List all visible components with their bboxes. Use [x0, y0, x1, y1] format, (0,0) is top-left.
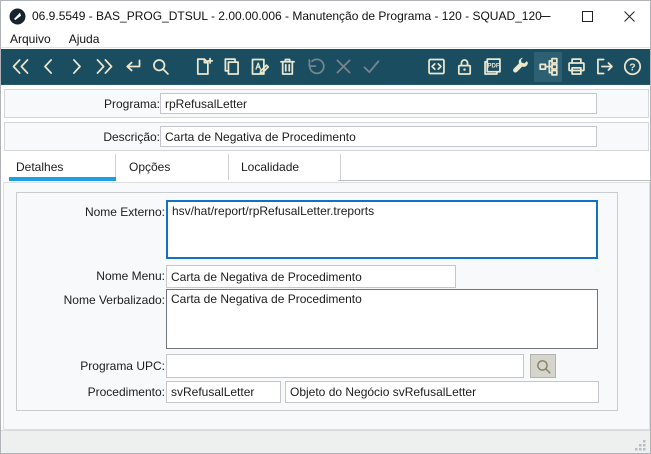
lock-icon [457, 59, 471, 75]
delete-record-button[interactable] [273, 52, 301, 82]
help-icon: ? [623, 57, 641, 76]
detalhes-tab-page: Nome Externo: hsv/hat/report/rpRefusalLe… [3, 182, 650, 430]
programa-label: Programa: [103, 97, 160, 111]
descricao-input[interactable] [160, 126, 597, 147]
program-tree-button[interactable] [534, 51, 562, 82]
previous-record-icon [43, 59, 52, 74]
lock-button[interactable] [450, 52, 478, 82]
pdf-label: PDF [487, 63, 499, 70]
exit-icon [596, 58, 613, 75]
menu-bar: Arquivo Ajuda [1, 31, 650, 48]
new-document-icon [196, 57, 213, 75]
first-record-icon [12, 59, 28, 74]
application-window: 06.9.5549 - BAS_PROG_DTSUL - 2.00.00.006… [0, 0, 651, 454]
last-record-icon [96, 59, 112, 74]
new-record-button[interactable] [189, 52, 217, 82]
tab-bar: Detalhes Opções Localidade [1, 151, 650, 182]
help-button[interactable]: ? [618, 52, 646, 82]
printer-icon [567, 58, 585, 75]
edit-record-button[interactable] [245, 52, 273, 82]
trash-icon [279, 58, 295, 75]
programa-groupbox: Programa: [4, 89, 649, 118]
resize-grip[interactable] [634, 439, 647, 452]
wrench-icon [512, 57, 528, 73]
undo-button[interactable] [301, 52, 329, 82]
exit-button[interactable] [590, 52, 618, 82]
cancel-x-icon [336, 59, 350, 74]
nome-externo-textarea[interactable]: hsv/hat/report/rpRefusalLetter.treports [166, 200, 598, 259]
toolbar: PDF ? [1, 49, 650, 85]
search-icon [152, 59, 169, 75]
nome-verbalizado-label: Nome Verbalizado: [63, 293, 165, 307]
maximize-icon [581, 10, 593, 22]
tab-localidade[interactable]: Localidade [229, 154, 341, 180]
nome-verbalizado-textarea[interactable]: Carta de Negativa de Procedimento [166, 289, 598, 349]
tab-bar-baseline [338, 180, 650, 181]
minimize-button[interactable] [524, 1, 566, 31]
pdf-export-button[interactable]: PDF [478, 52, 506, 82]
minimize-icon [540, 15, 550, 17]
close-icon [623, 10, 635, 22]
search-button[interactable] [146, 52, 174, 82]
hierarchy-tree-icon [538, 57, 558, 76]
edit-document-icon [251, 58, 269, 75]
confirm-check-icon [363, 60, 379, 74]
search-icon [536, 359, 551, 374]
nome-menu-label: Nome Menu: [96, 269, 165, 283]
programa-upc-input[interactable] [166, 354, 524, 378]
detalhes-form-groupbox: Nome Externo: hsv/hat/report/rpRefusalLe… [16, 192, 618, 411]
procedimento-input[interactable] [166, 381, 281, 403]
programa-upc-search-button[interactable] [530, 354, 556, 378]
copy-record-button[interactable] [217, 52, 245, 82]
go-enter-icon [125, 59, 140, 72]
undo-icon [308, 58, 325, 75]
go-button[interactable] [118, 52, 146, 82]
cancel-button[interactable] [329, 52, 357, 82]
procedimento-label: Procedimento: [87, 385, 165, 399]
nome-menu-input[interactable] [166, 265, 456, 288]
descricao-label: Descrição: [103, 130, 160, 144]
next-record-button[interactable] [62, 52, 90, 82]
confirm-button[interactable] [357, 52, 385, 82]
nome-externo-label: Nome Externo: [84, 205, 165, 219]
maximize-button[interactable] [566, 1, 608, 31]
pdf-icon: PDF [483, 58, 501, 75]
descricao-groupbox: Descrição: [4, 122, 649, 151]
first-record-button[interactable] [6, 52, 34, 82]
programa-upc-label: Programa UPC: [80, 359, 165, 373]
print-button[interactable] [562, 52, 590, 82]
menu-ajuda[interactable]: Ajuda [60, 31, 109, 47]
last-record-button[interactable] [90, 52, 118, 82]
window-title: 06.9.5549 - BAS_PROG_DTSUL - 2.00.00.006… [32, 9, 542, 23]
procedimento-description-input[interactable] [285, 381, 599, 403]
menu-arquivo[interactable]: Arquivo [1, 31, 60, 47]
status-bar [1, 430, 650, 453]
help-question-glyph: ? [629, 61, 635, 73]
previous-record-button[interactable] [34, 52, 62, 82]
close-button[interactable] [608, 1, 650, 31]
code-window-icon [427, 58, 445, 75]
code-window-button[interactable] [422, 52, 450, 82]
copy-icon [224, 58, 239, 75]
programa-input[interactable] [160, 93, 597, 114]
app-logo-icon [9, 8, 26, 25]
tools-button[interactable] [506, 52, 534, 82]
title-bar: 06.9.5549 - BAS_PROG_DTSUL - 2.00.00.006… [1, 1, 650, 31]
next-record-icon [72, 59, 81, 74]
active-tab-underline [9, 177, 116, 181]
tab-opcoes[interactable]: Opções [117, 154, 229, 180]
